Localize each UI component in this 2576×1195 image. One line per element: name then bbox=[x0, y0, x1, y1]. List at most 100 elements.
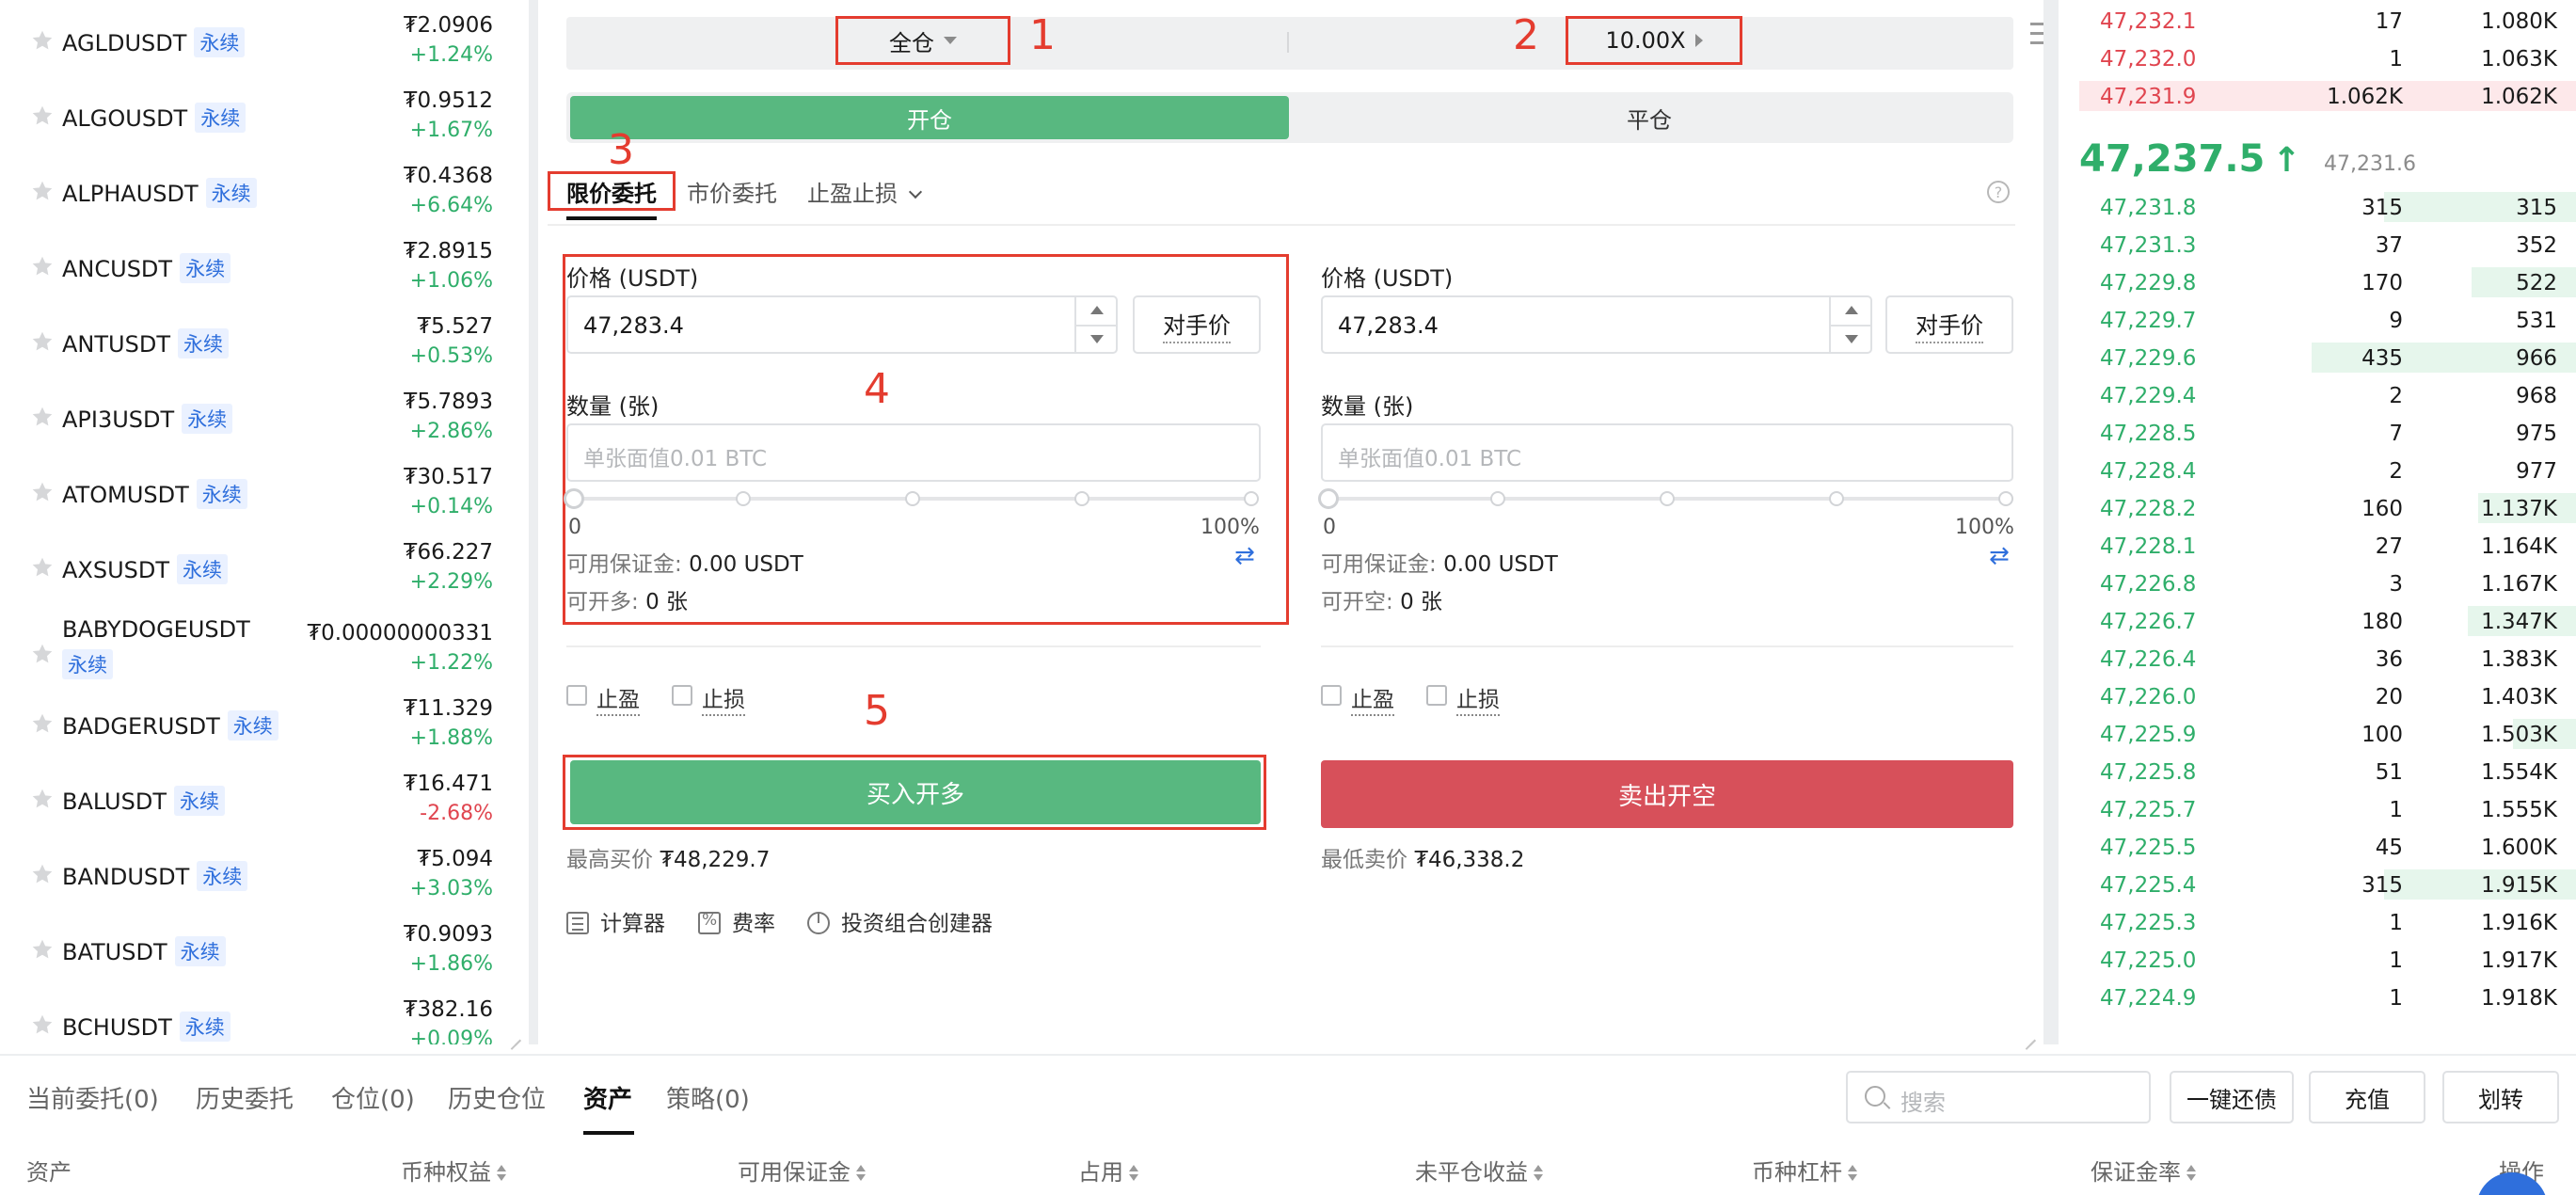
market-row[interactable]: ALGOUSDT 永续 ₮0.9512 +1.67% bbox=[0, 75, 508, 151]
bid-row[interactable]: 47,228.4 2 977 bbox=[2075, 452, 2576, 489]
market-row[interactable]: API3USDT 永续 ₮5.7893 +2.86% bbox=[0, 376, 508, 452]
decrement-icon[interactable] bbox=[1831, 325, 1872, 352]
fee-rate-tool[interactable]: 费率 bbox=[698, 905, 775, 937]
margin-mode-dropdown[interactable]: 全仓 bbox=[835, 16, 1010, 65]
bid-row[interactable]: 47,226.0 20 1.403K bbox=[2075, 677, 2576, 715]
buy-qty-input[interactable]: 单张面值0.01 BTC bbox=[566, 423, 1261, 482]
buy-slider-mark-100[interactable] bbox=[1244, 491, 1259, 506]
tab-limit-order[interactable]: 限价委托 bbox=[548, 171, 676, 211]
bid-row[interactable]: 47,229.6 435 966 bbox=[2075, 339, 2576, 376]
market-row[interactable]: BABYDOGEUSDT 永续 ₮0.00000000331 +1.22% bbox=[0, 602, 508, 683]
favorite-star-icon[interactable] bbox=[30, 1012, 55, 1037]
bid-row[interactable]: 47,225.7 1 1.555K bbox=[2075, 790, 2576, 828]
favorite-star-icon[interactable] bbox=[30, 254, 55, 279]
favorite-star-icon[interactable] bbox=[30, 104, 55, 128]
bid-row[interactable]: 47,226.4 36 1.383K bbox=[2075, 640, 2576, 677]
bid-row[interactable]: 47,229.7 9 531 bbox=[2075, 301, 2576, 339]
market-row[interactable]: BANDUSDT 永续 ₮5.094 +3.03% bbox=[0, 834, 508, 909]
market-row[interactable]: ANCUSDT 永续 ₮2.8915 +1.06% bbox=[0, 226, 508, 301]
open-position-tab[interactable]: 开仓 bbox=[570, 96, 1289, 139]
market-row[interactable]: ANTUSDT 永续 ₮5.527 +0.53% bbox=[0, 301, 508, 376]
sell-slider-mark-100[interactable] bbox=[1998, 491, 2013, 506]
sell-open-short-button[interactable]: 卖出开空 bbox=[1321, 760, 2013, 828]
ask-row[interactable]: 47,231.9 1.062K 1.062K bbox=[2075, 77, 2576, 115]
bid-row[interactable]: 47,228.5 7 975 bbox=[2075, 414, 2576, 452]
favorite-star-icon[interactable] bbox=[30, 405, 55, 429]
leverage-selector[interactable]: 10.00X bbox=[1566, 16, 1742, 65]
portfolio-builder-tool[interactable]: 投资组合创建器 bbox=[807, 905, 993, 937]
asset-search-input[interactable]: 搜索 bbox=[1846, 1071, 2151, 1123]
buy-price-input[interactable]: 47,283.4 bbox=[566, 295, 1118, 354]
col-margin-ratio[interactable]: 保证金率 bbox=[2091, 1154, 2196, 1187]
calculator-tool[interactable]: 计算器 bbox=[566, 905, 665, 937]
bid-row[interactable]: 47,228.2 160 1.137K bbox=[2075, 489, 2576, 527]
tab-positions[interactable]: 仓位(0) bbox=[331, 1080, 415, 1115]
deposit-button[interactable]: 充值 bbox=[2309, 1071, 2425, 1123]
sell-sl-checkbox[interactable] bbox=[1426, 685, 1447, 706]
sell-slider-mark-75[interactable] bbox=[1829, 491, 1844, 506]
buy-slider-mark-75[interactable] bbox=[1074, 491, 1089, 506]
bid-row[interactable]: 47,225.0 1 1.917K bbox=[2075, 941, 2576, 979]
buy-slider-mark-25[interactable] bbox=[736, 491, 751, 506]
tab-assets[interactable]: 资产 bbox=[583, 1080, 632, 1115]
bid-row[interactable]: 47,228.1 27 1.164K bbox=[2075, 527, 2576, 565]
decrement-icon[interactable] bbox=[1076, 325, 1118, 352]
market-row[interactable]: BCHUSDT 永续 ₮382.16 +0.09% bbox=[0, 984, 508, 1044]
tab-open-orders[interactable]: 当前委托(0) bbox=[26, 1080, 159, 1115]
favorite-star-icon[interactable] bbox=[30, 642, 55, 666]
close-position-tab[interactable]: 平仓 bbox=[1289, 96, 2010, 139]
market-row[interactable]: AXSUSDT 永续 ₮66.227 +2.29% bbox=[0, 527, 508, 602]
bid-row[interactable]: 47,229.4 2 968 bbox=[2075, 376, 2576, 414]
sell-slider-mark-25[interactable] bbox=[1490, 491, 1505, 506]
bid-row[interactable]: 47,231.3 37 352 bbox=[2075, 226, 2576, 263]
bid-row[interactable]: 47,224.9 1 1.918K bbox=[2075, 979, 2576, 1016]
sell-sl-label[interactable]: 止损 bbox=[1456, 681, 1500, 716]
favorite-star-icon[interactable] bbox=[30, 787, 55, 811]
favorite-star-icon[interactable] bbox=[30, 555, 55, 580]
favorite-star-icon[interactable] bbox=[30, 28, 55, 53]
buy-opponent-price-button[interactable]: 对手价 bbox=[1133, 295, 1261, 354]
col-leverage[interactable]: 币种杠杆 bbox=[1752, 1154, 1857, 1187]
sell-tp-label[interactable]: 止盈 bbox=[1351, 681, 1394, 716]
bid-row[interactable]: 47,225.3 1 1.916K bbox=[2075, 903, 2576, 941]
sell-tp-checkbox[interactable] bbox=[1321, 685, 1342, 706]
buy-tp-label[interactable]: 止盈 bbox=[596, 681, 640, 716]
col-available-margin[interactable]: 可用保证金 bbox=[738, 1154, 866, 1187]
bid-row[interactable]: 47,225.9 100 1.503K bbox=[2075, 715, 2576, 753]
favorite-star-icon[interactable] bbox=[30, 179, 55, 203]
ask-row[interactable]: 47,232.0 1 1.063K bbox=[2075, 40, 2576, 77]
buy-slider-mark-50[interactable] bbox=[905, 491, 920, 506]
buy-open-long-button[interactable]: 买入开多 bbox=[570, 760, 1261, 824]
help-icon[interactable]: ? bbox=[1987, 181, 2010, 203]
sell-opponent-price-button[interactable]: 对手价 bbox=[1885, 295, 2013, 354]
sell-slider-knob[interactable] bbox=[1318, 488, 1339, 509]
swap-icon[interactable]: ⇄ bbox=[1989, 544, 2013, 568]
favorite-star-icon[interactable] bbox=[30, 862, 55, 886]
buy-slider-knob[interactable] bbox=[564, 488, 584, 509]
sell-price-stepper[interactable] bbox=[1829, 297, 1872, 352]
favorite-star-icon[interactable] bbox=[30, 480, 55, 504]
buy-sl-label[interactable]: 止损 bbox=[702, 681, 745, 716]
repay-all-button[interactable]: 一键还债 bbox=[2170, 1071, 2294, 1123]
swap-icon[interactable]: ⇄ bbox=[1234, 544, 1259, 568]
tab-position-history[interactable]: 历史仓位 bbox=[448, 1080, 546, 1115]
order-form-resize-handle[interactable] bbox=[2021, 1026, 2038, 1043]
tab-tpsl[interactable]: 止盈止损 bbox=[807, 175, 923, 208]
tab-market-order[interactable]: 市价委托 bbox=[687, 175, 777, 208]
buy-price-stepper[interactable] bbox=[1074, 297, 1118, 352]
col-occupied[interactable]: 占用 bbox=[1078, 1154, 1138, 1187]
col-equity[interactable]: 币种权益 bbox=[401, 1154, 506, 1187]
bid-row[interactable]: 47,225.8 51 1.554K bbox=[2075, 753, 2576, 790]
sell-qty-input[interactable]: 单张面值0.01 BTC bbox=[1321, 423, 2013, 482]
tab-order-history[interactable]: 历史委托 bbox=[196, 1080, 294, 1115]
transfer-button[interactable]: 划转 bbox=[2442, 1071, 2559, 1123]
market-row[interactable]: AGLDUSDT 永续 ₮2.0906 +1.24% bbox=[0, 0, 508, 75]
bid-row[interactable]: 47,231.8 315 315 bbox=[2075, 188, 2576, 226]
sell-slider-mark-50[interactable] bbox=[1660, 491, 1675, 506]
buy-sl-checkbox[interactable] bbox=[672, 685, 692, 706]
favorite-star-icon[interactable] bbox=[30, 937, 55, 962]
col-unrealized-pnl[interactable]: 未平仓收益 bbox=[1415, 1154, 1543, 1187]
favorite-star-icon[interactable] bbox=[30, 329, 55, 354]
market-row[interactable]: BATUSDT 永续 ₮0.9093 +1.86% bbox=[0, 909, 508, 984]
favorite-star-icon[interactable] bbox=[30, 711, 55, 736]
